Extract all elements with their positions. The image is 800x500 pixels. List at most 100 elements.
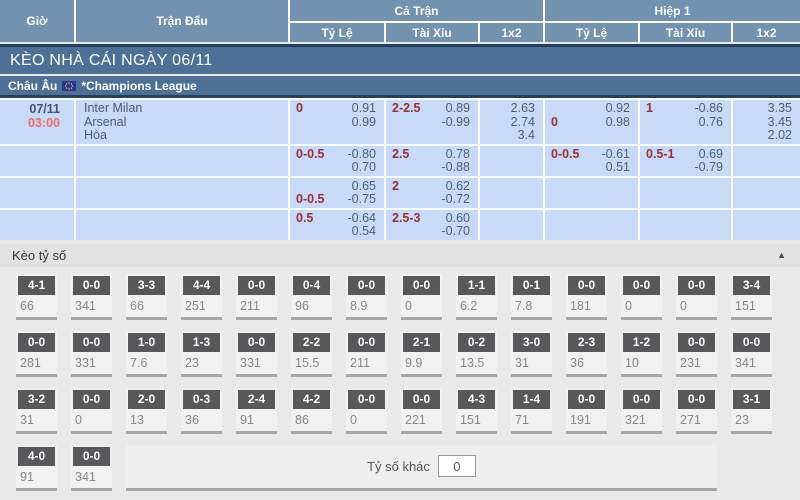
over-under-cell-ft[interactable]: 2-2.50.89-0.99 (386, 100, 478, 144)
score-cell[interactable]: 0-0341 (731, 331, 772, 377)
score-chip[interactable]: 1-0 (128, 333, 165, 352)
over-under-cell-h1[interactable] (640, 210, 731, 240)
odds-value[interactable]: 0.65 (352, 180, 376, 194)
odds-value[interactable]: 0.51 (606, 161, 630, 175)
score-cell[interactable]: 0-336 (181, 388, 222, 434)
score-chip[interactable]: 0-4 (293, 276, 330, 295)
score-cell[interactable]: 2-491 (236, 388, 277, 434)
score-cell[interactable]: 0-00 (346, 388, 387, 434)
score-cell[interactable]: 0-0331 (71, 331, 112, 377)
odds-value[interactable]: 0.89 (446, 102, 470, 116)
odds-value[interactable]: 0.69 (699, 148, 723, 162)
score-chip[interactable]: 4-0 (18, 447, 55, 466)
one-x-two-cell-ft[interactable]: 2.632.743.4 (480, 100, 543, 144)
odds-value[interactable]: 3.45 (739, 116, 792, 130)
score-cell[interactable]: 0-00 (71, 388, 112, 434)
score-cell[interactable]: 0-496 (291, 274, 332, 320)
score-cell[interactable]: 0-0181 (566, 274, 607, 320)
score-cell[interactable]: 1-16.2 (456, 274, 497, 320)
score-chip[interactable]: 4-3 (458, 390, 495, 409)
score-cell[interactable]: 3-123 (731, 388, 772, 434)
score-cell[interactable]: 0-213.5 (456, 331, 497, 377)
score-chip[interactable]: 0-0 (348, 390, 385, 409)
odds-value[interactable]: 0.70 (352, 161, 376, 175)
odds-value[interactable]: -0.61 (602, 148, 631, 162)
odds-value[interactable]: -0.99 (442, 116, 471, 130)
score-chip[interactable]: 3-3 (128, 276, 165, 295)
score-cell[interactable]: 2-336 (566, 331, 607, 377)
score-cell[interactable]: 4-286 (291, 388, 332, 434)
score-chip[interactable]: 0-0 (348, 276, 385, 295)
score-chip[interactable]: 0-0 (623, 390, 660, 409)
score-cell[interactable]: 0-00 (621, 274, 662, 320)
over-under-cell-h1[interactable]: 0.5-10.69-0.79 (640, 146, 731, 176)
score-cell[interactable]: 0-0281 (16, 331, 57, 377)
score-chip[interactable]: 3-4 (733, 276, 770, 295)
score-chip[interactable]: 0-0 (403, 276, 440, 295)
one-x-two-cell-h1[interactable]: 3.353.452.02 (733, 100, 800, 144)
odds-value[interactable]: -0.88 (442, 161, 471, 175)
score-cell[interactable]: 3-4151 (731, 274, 772, 320)
score-chip[interactable]: 0-2 (458, 333, 495, 352)
score-chip[interactable]: 1-3 (183, 333, 220, 352)
score-cell[interactable]: 4-4251 (181, 274, 222, 320)
score-cell[interactable]: 0-00 (676, 274, 717, 320)
score-cell[interactable]: 0-0211 (346, 331, 387, 377)
score-cell[interactable]: 3-231 (16, 388, 57, 434)
score-cell[interactable]: 3-366 (126, 274, 167, 320)
odds-value[interactable]: 3.35 (739, 102, 792, 116)
score-cell[interactable]: 1-07.6 (126, 331, 167, 377)
odds-value[interactable]: -0.75 (348, 193, 377, 207)
score-cell[interactable]: 2-19.9 (401, 331, 442, 377)
score-cell[interactable]: 0-0271 (676, 388, 717, 434)
score-chip[interactable]: 0-0 (568, 276, 605, 295)
score-cell[interactable]: 2-215.5 (291, 331, 332, 377)
score-chip[interactable]: 0-0 (568, 390, 605, 409)
score-cell[interactable]: 0-0211 (236, 274, 277, 320)
score-chip[interactable]: 4-1 (18, 276, 55, 295)
odds-value[interactable]: -0.79 (695, 161, 724, 175)
score-chip[interactable]: 0-0 (403, 390, 440, 409)
score-chip[interactable]: 0-0 (678, 333, 715, 352)
score-cell[interactable]: 0-0341 (71, 445, 112, 491)
score-chip[interactable]: 0-0 (238, 276, 275, 295)
score-chip[interactable]: 4-4 (183, 276, 220, 295)
one-x-two-cell-ft[interactable] (480, 178, 543, 208)
odds-value[interactable]: 2.63 (486, 102, 535, 116)
score-chip[interactable]: 0-0 (348, 333, 385, 352)
score-cell[interactable]: 0-0341 (71, 274, 112, 320)
odds-value[interactable]: -0.70 (442, 225, 471, 239)
collapse-icon[interactable]: ▲ (777, 250, 786, 260)
score-cell[interactable]: 0-08.9 (346, 274, 387, 320)
score-cell[interactable]: 0-0331 (236, 331, 277, 377)
odds-value[interactable]: 0.98 (606, 116, 630, 130)
score-cell[interactable]: 0-0231 (676, 331, 717, 377)
score-chip[interactable]: 4-2 (293, 390, 330, 409)
score-chip[interactable]: 0-0 (678, 276, 715, 295)
over-under-cell-h1[interactable] (640, 178, 731, 208)
score-cell[interactable]: 0-00 (401, 274, 442, 320)
score-cell[interactable]: 1-471 (511, 388, 552, 434)
odds-value[interactable]: 0.54 (352, 225, 376, 239)
score-chip[interactable]: 0-0 (238, 333, 275, 352)
score-chip[interactable]: 0-0 (73, 276, 110, 295)
score-cell[interactable]: 1-210 (621, 331, 662, 377)
score-chip[interactable]: 0-0 (73, 333, 110, 352)
over-under-cell-ft[interactable]: 2.5-30.60-0.70 (386, 210, 478, 240)
score-chip[interactable]: 3-1 (733, 390, 770, 409)
score-chip[interactable]: 1-4 (513, 390, 550, 409)
handicap-cell-h1[interactable] (545, 178, 638, 208)
score-chip[interactable]: 2-4 (238, 390, 275, 409)
score-chip[interactable]: 0-0 (18, 333, 55, 352)
odds-value[interactable]: 2.02 (739, 129, 792, 143)
odds-value[interactable]: 0.92 (606, 102, 630, 116)
odds-value[interactable]: -0.80 (348, 148, 377, 162)
odds-value[interactable]: 0.60 (446, 212, 470, 226)
odds-value[interactable]: -0.72 (442, 193, 471, 207)
over-under-cell-ft[interactable]: 2.50.78-0.88 (386, 146, 478, 176)
handicap-cell-ft[interactable]: 0.5-0.640.54 (290, 210, 384, 240)
handicap-cell-ft[interactable]: 0.650-0.5-0.75 (290, 178, 384, 208)
score-section-header[interactable]: Kèo tỷ số ▲ (0, 244, 800, 267)
one-x-two-cell-h1[interactable] (733, 178, 800, 208)
odds-value[interactable]: 2.74 (486, 116, 535, 130)
